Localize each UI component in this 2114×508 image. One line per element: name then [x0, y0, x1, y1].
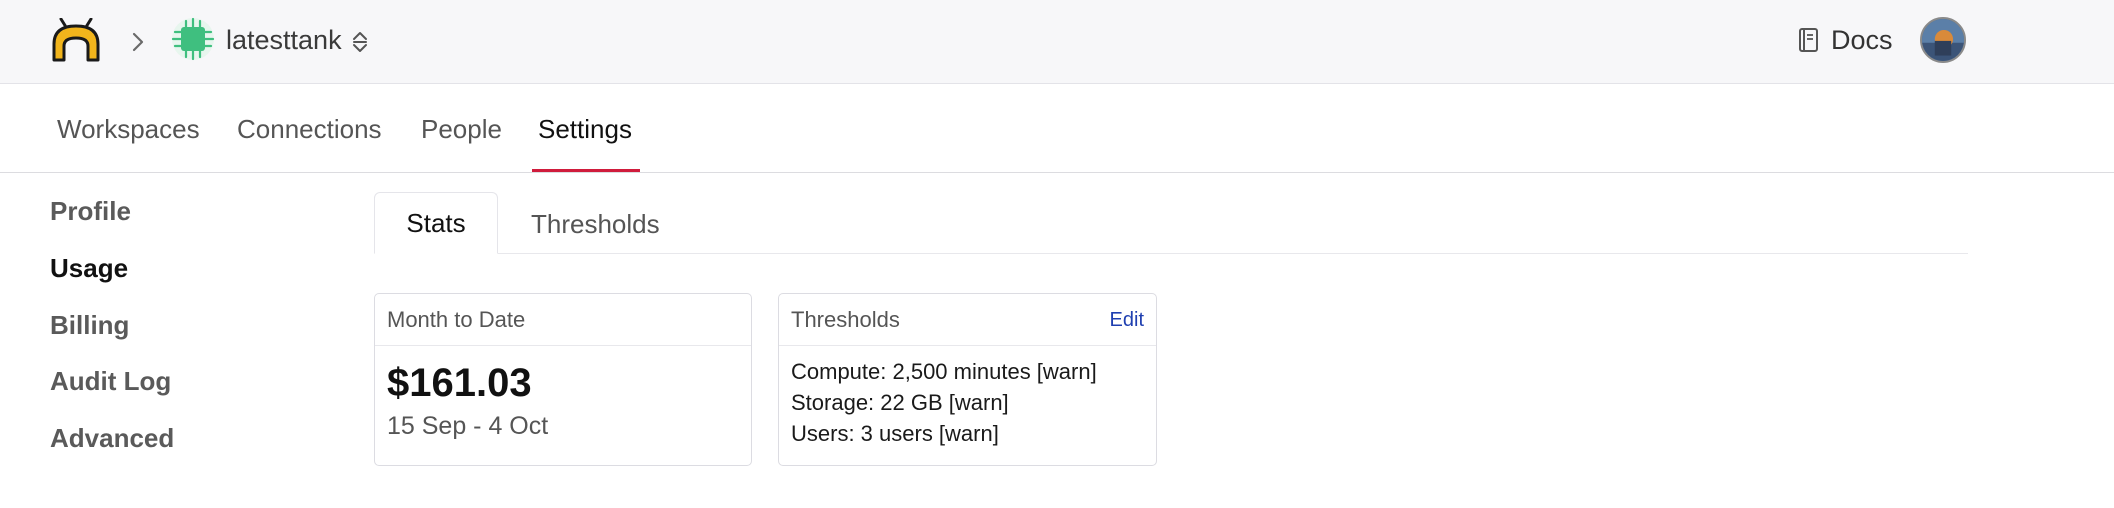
card-title: Thresholds — [791, 307, 900, 332]
tab-stats-label: Stats — [406, 207, 466, 238]
tab-thresholds[interactable]: Thresholds — [531, 208, 660, 240]
threshold-users: Users: 3 users [warn] — [791, 421, 999, 446]
sidebar-item-audit-log[interactable]: Audit Log — [50, 365, 171, 397]
edit-thresholds-link[interactable]: Edit — [1110, 307, 1144, 333]
sidebar-item-billing[interactable]: Billing — [50, 309, 129, 341]
top-header: latesttank Docs — [0, 0, 2114, 84]
workspace-name[interactable]: latesttank — [226, 24, 342, 56]
month-to-date-amount: $161.03 — [387, 361, 532, 405]
docs-link[interactable]: Docs — [1797, 22, 1893, 58]
sidebar-item-advanced[interactable]: Advanced — [50, 422, 174, 454]
nav-people[interactable]: People — [421, 113, 502, 145]
nav-connections[interactable]: Connections — [237, 113, 382, 145]
chevron-updown-icon[interactable] — [350, 28, 370, 56]
card-header: Thresholds Edit — [779, 294, 1156, 346]
thresholds-card: Thresholds Edit Compute: 2,500 minutes [… — [778, 293, 1157, 466]
sidebar-item-usage[interactable]: Usage — [50, 252, 128, 284]
tab-divider — [374, 253, 1968, 254]
nav-settings[interactable]: Settings — [538, 113, 632, 145]
bridge-logo-icon[interactable] — [48, 18, 104, 62]
nav-workspaces[interactable]: Workspaces — [57, 113, 200, 145]
card-title: Month to Date — [387, 307, 526, 332]
book-icon — [1799, 28, 1818, 52]
docs-label: Docs — [1831, 25, 1893, 55]
active-nav-indicator — [532, 169, 640, 172]
card-header: Month to Date — [375, 294, 751, 346]
sidebar-item-profile[interactable]: Profile — [50, 195, 131, 227]
user-avatar[interactable] — [1920, 17, 1966, 63]
chevron-right-icon — [132, 32, 144, 52]
chip-icon[interactable] — [170, 15, 216, 63]
primary-nav: Workspaces Connections People Settings — [0, 85, 2114, 173]
threshold-compute: Compute: 2,500 minutes [warn] — [791, 359, 1097, 384]
date-range: 15 Sep - 4 Oct — [387, 412, 549, 440]
threshold-storage: Storage: 22 GB [warn] — [791, 390, 1009, 415]
month-to-date-card: Month to Date $161.03 15 Sep - 4 Oct — [374, 293, 752, 466]
tab-stats[interactable]: Stats — [374, 192, 498, 254]
